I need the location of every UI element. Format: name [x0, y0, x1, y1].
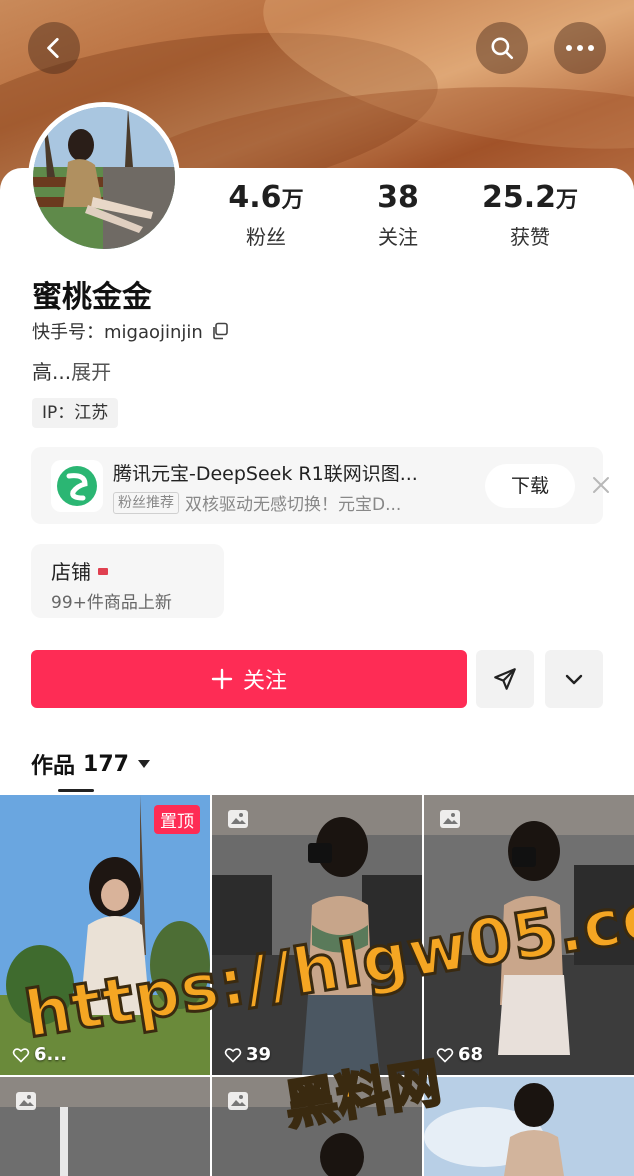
avatar-photo: [33, 107, 175, 249]
work-thumbnail: [0, 795, 210, 1075]
profile-stats: 4.6万 粉丝 38 关注 25.2万 获赞: [200, 180, 620, 250]
stat-label: 关注: [378, 225, 418, 249]
like-count-value: 68: [458, 1044, 484, 1065]
works-label: 作品: [31, 754, 76, 779]
work-thumbnail: [424, 795, 634, 1075]
avatar[interactable]: [28, 102, 180, 254]
heart-icon: [12, 1047, 30, 1063]
work-thumbnail: [424, 1077, 634, 1176]
stat-following[interactable]: 38 关注: [332, 180, 464, 250]
bio-expand-link[interactable]: 展开: [71, 360, 111, 384]
work-tile[interactable]: 39: [212, 795, 422, 1075]
work-tile[interactable]: [0, 1077, 210, 1176]
ad-card[interactable]: 腾讯元宝-DeepSeek R1联网识图... 粉丝推荐 双核驱动无感切换！元宝…: [31, 447, 609, 524]
bio: 高...展开: [32, 356, 111, 385]
stat-value: 38: [377, 180, 419, 215]
stat-unit: 万: [556, 188, 579, 213]
stat-label: 获赞: [510, 225, 550, 249]
image-icon: [16, 1092, 36, 1110]
search-icon: [491, 37, 514, 60]
chevron-down-icon: [565, 674, 583, 685]
follow-button[interactable]: 关注: [31, 650, 467, 708]
plus-icon: [211, 668, 233, 690]
like-count: 6...: [12, 1044, 67, 1065]
stat-likes[interactable]: 25.2万 获赞: [464, 180, 596, 250]
close-icon[interactable]: [589, 473, 613, 497]
back-arrow-icon: [47, 37, 59, 59]
send-icon: [494, 668, 516, 690]
stat-followers[interactable]: 4.6万 粉丝: [200, 180, 332, 250]
copy-icon[interactable]: [211, 322, 229, 340]
yuanbao-logo-icon: [51, 460, 103, 512]
search-button[interactable]: [476, 22, 528, 74]
work-tile[interactable]: 置顶 6...: [0, 795, 210, 1075]
work-tile[interactable]: 68: [424, 795, 634, 1075]
stat-label: 粉丝: [246, 225, 286, 249]
like-count-value: 39: [246, 1044, 272, 1065]
image-icon: [228, 1092, 248, 1110]
stat-unit: 万: [281, 188, 304, 213]
work-tile[interactable]: [424, 1077, 634, 1176]
ad-title: 腾讯元宝-DeepSeek R1联网识图...: [113, 463, 418, 485]
stat-value: 25.2: [481, 180, 556, 215]
more-button[interactable]: [554, 22, 606, 74]
more-actions-button[interactable]: [545, 650, 603, 708]
back-button[interactable]: [28, 22, 80, 74]
heart-icon: [224, 1047, 242, 1063]
stat-value: 4.6: [228, 180, 282, 215]
kuaishou-id-label: 快手号：migaojinjin: [32, 322, 203, 343]
more-dots-icon: [566, 45, 594, 51]
bio-text: 高...: [32, 360, 72, 384]
ad-subtitle: 双核驱动无感切换！元宝D...: [185, 495, 402, 515]
shop-title-row: 店铺: [51, 556, 109, 585]
share-button[interactable]: [476, 650, 534, 708]
ad-subtitle-row: 粉丝推荐 双核驱动无感切换！元宝D...: [113, 490, 401, 515]
shop-badge-icon: [98, 567, 108, 575]
tab-underline: [58, 789, 94, 792]
like-count: 39: [224, 1044, 271, 1065]
work-thumbnail: [212, 795, 422, 1075]
shop-title: 店铺: [51, 560, 91, 584]
like-count-value: 6...: [34, 1044, 68, 1065]
ad-download-button[interactable]: 下载: [485, 464, 575, 508]
like-count: 68: [436, 1044, 483, 1065]
work-tile[interactable]: [212, 1077, 422, 1176]
kuaishou-id: 快手号：migaojinjin: [32, 318, 229, 344]
pinned-badge: 置顶: [154, 805, 200, 834]
image-icon: [228, 810, 248, 828]
works-count: 177: [83, 751, 129, 777]
profile-name: 蜜桃金金: [32, 280, 152, 315]
shop-subtitle: 99+件商品上新: [51, 593, 172, 613]
tab-works[interactable]: 作品 177: [31, 748, 151, 780]
shop-card[interactable]: 店铺 99+件商品上新: [31, 544, 224, 618]
image-icon: [440, 810, 460, 828]
ip-tag: IP：江苏: [32, 398, 119, 428]
heart-icon: [436, 1047, 454, 1063]
ad-badge: 粉丝推荐: [113, 491, 179, 514]
caret-down-icon: [137, 760, 150, 768]
follow-label: 关注: [242, 669, 287, 694]
